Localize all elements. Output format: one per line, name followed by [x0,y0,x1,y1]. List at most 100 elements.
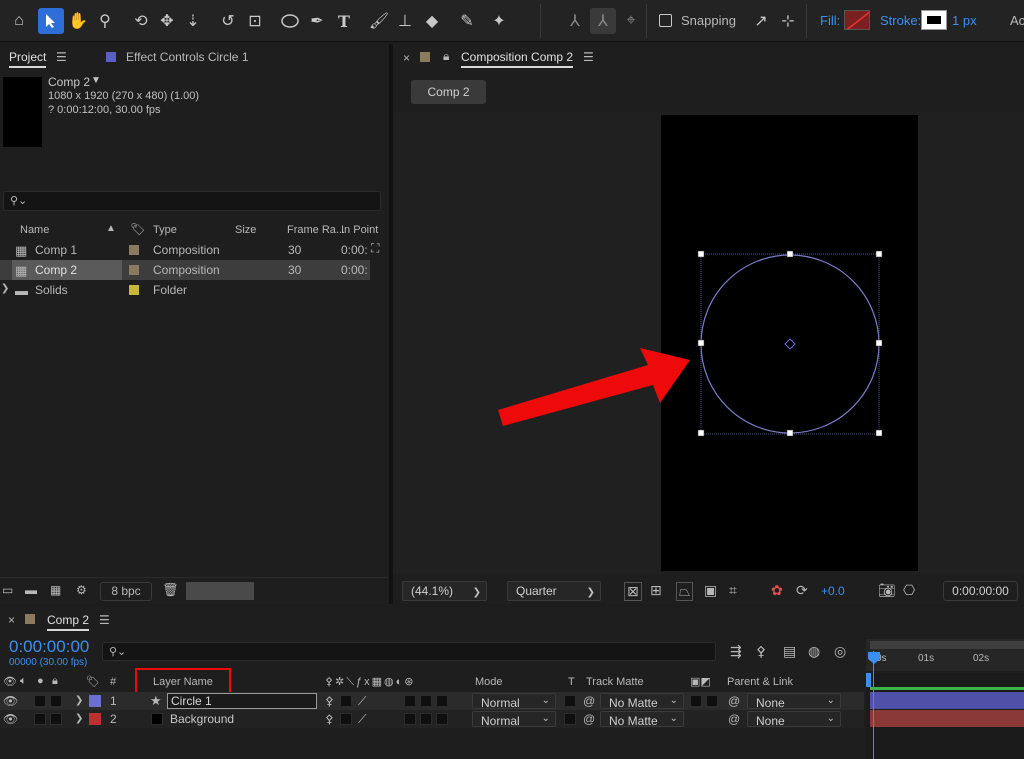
new-composition-icon[interactable]: ▦ [50,583,61,597]
solo-column-icon[interactable]: ● [37,675,44,687]
zoom-tool-icon[interactable]: ⚲ [92,8,118,34]
parent-dropdown[interactable]: None ⌄ [747,711,841,728]
selection-tool-icon[interactable] [38,8,64,34]
snapping-checkbox[interactable] [659,14,672,27]
close-icon[interactable]: × [403,51,410,65]
stroke-swatch[interactable] [921,10,947,30]
project-settings-icon[interactable]: ⚙ [76,583,87,597]
layer-bar-circle-1[interactable] [870,692,1024,709]
transparency-grid-icon[interactable]: ⊞ [650,582,662,599]
local-axis-icon[interactable]: ⅄ [562,8,588,34]
viewer-timecode[interactable]: 0:00:00:00 [943,581,1018,601]
label-swatch[interactable] [129,285,139,295]
work-area-start-handle[interactable] [866,673,871,687]
pen-tool-icon[interactable]: ✒ [304,8,330,34]
tab-timeline-comp[interactable]: Comp 2 [47,613,90,631]
roto-brush-icon[interactable]: ✎ [454,8,480,34]
exposure-value[interactable]: +0.0 [821,584,845,598]
snapshot-icon[interactable]: 📷︎ [878,582,896,599]
layer-name[interactable]: Background [170,712,234,726]
shy-switch-icon[interactable]: ⚴ [325,712,334,726]
close-icon[interactable]: × [8,613,15,627]
panel-menu-icon[interactable]: ☰ [99,613,110,627]
audio-column-icon[interactable]: 🔈︎ [20,675,27,688]
hand-tool-icon[interactable]: ✋ [65,8,91,34]
label-swatch[interactable] [129,265,139,275]
lock-toggle[interactable] [50,695,62,707]
fill-label[interactable]: Fill: [820,13,840,28]
home-icon[interactable]: ⌂ [6,8,32,34]
collapse-switch[interactable] [340,713,352,725]
pick-whip-icon[interactable]: @ [583,694,595,708]
playhead-handle[interactable] [867,651,881,665]
column-name[interactable]: Name [20,224,49,236]
column-type[interactable]: Type [153,224,177,236]
label-swatch[interactable] [129,245,139,255]
ellipse-tool-icon[interactable] [277,8,303,34]
panel-menu-icon[interactable]: ☰ [583,50,594,64]
sort-ascending-icon[interactable]: ▲ [106,223,116,234]
layer-row-circle-1[interactable]: 👁︎ ❯ 1 ★ Circle 1 ⚴ ⟋ Normal ⌄ @ No Matte… [0,692,864,710]
draft-3d-icon[interactable]: ⚴ [756,643,766,660]
fill-swatch[interactable] [844,10,870,30]
world-axis-icon[interactable]: ⅄ [590,8,616,34]
clone-stamp-icon[interactable]: ⊥ [392,8,418,34]
project-item-comp-2[interactable]: ▦ Comp 2 Composition 30 0:00: [0,260,370,280]
reset-exposure-icon[interactable]: ⟳ [796,582,808,599]
visibility-eye-icon[interactable]: 👁︎ [3,712,18,726]
region-of-interest-icon[interactable]: ▣ [704,582,717,599]
current-time[interactable]: 0:00:00:00 [9,637,89,657]
layer-row-background[interactable]: 👁︎ ❯ 2 Background ⚴ ⟋ Normal ⌄ @ No Matte… [0,710,864,728]
label-column-icon[interactable]: 🏷 [130,222,145,236]
track-matte-dropdown[interactable]: No Matte ⌄ [600,711,684,728]
bit-depth-button[interactable]: 8 bpc [100,582,152,601]
solo-toggle[interactable] [34,695,46,707]
brush-tool-icon[interactable]: 🖌 [366,8,392,34]
parent-dropdown[interactable]: None ⌄ [747,693,841,710]
expand-chevron-icon[interactable]: ❯ [75,713,83,724]
preserve-transparency-toggle[interactable] [564,695,576,707]
switches-column-icons[interactable]: ⚴✲⟍ƒx▦◍◐⊛ [325,675,415,689]
lock-column-icon[interactable]: 🔒︎ [52,675,58,688]
parent-pick-whip-icon[interactable]: @ [728,694,740,708]
motion-blur-icon[interactable]: ◎ [834,643,846,660]
tab-project[interactable]: Project [9,50,47,68]
blend-mode-dropdown[interactable]: Normal ⌄ [472,693,556,710]
column-mode[interactable]: Mode [475,676,503,688]
visibility-eye-icon[interactable]: 👁︎ [3,694,18,708]
layer-bar-background[interactable] [870,710,1024,727]
motion-blur-switch[interactable] [404,713,416,725]
dolly-camera-icon[interactable]: ⇣ [180,8,206,34]
column-parent-link[interactable]: Parent & Link [727,676,793,688]
layer-name-input[interactable]: Circle 1 [167,693,317,709]
view-axis-icon[interactable]: ⌖ [618,8,644,34]
expand-chevron-icon[interactable]: ❯ [1,283,9,294]
show-snapshot-icon[interactable]: ⎔ [903,582,915,599]
matte-invert-toggle[interactable] [706,695,718,707]
fast-previews-icon[interactable]: ⊠ [624,582,642,601]
work-area-bar[interactable] [870,641,1024,649]
matte-alpha-toggle[interactable] [690,695,702,707]
snap-features-icon[interactable]: ⊹ [775,8,801,34]
layer-track-area[interactable] [866,673,1024,759]
adjustment-switch[interactable] [420,695,432,707]
type-tool-icon[interactable]: T [331,8,357,34]
resolution-dropdown[interactable]: Quarter ❯ [507,581,601,601]
adjustment-switch[interactable] [420,713,432,725]
blend-mode-dropdown[interactable]: Normal ⌄ [472,711,556,728]
puppet-pin-icon[interactable]: ✦ [486,8,512,34]
magnification-dropdown[interactable]: (44.1%) ❯ [402,581,487,601]
comp-dropdown-icon[interactable]: ▼ [91,75,101,86]
viewer-area[interactable] [393,112,1024,574]
new-folder-icon[interactable]: ▬ [25,583,37,597]
column-size[interactable]: Size [235,224,256,236]
3d-layer-switch[interactable] [436,713,448,725]
timeline-search-input[interactable]: ⚲⌄ [102,642,716,661]
stroke-width[interactable]: 1 px [952,13,977,28]
column-track-matte[interactable]: Track Matte [586,676,644,688]
flowchart-icon[interactable]: ⛶ [371,241,379,256]
tab-effect-controls[interactable]: Effect Controls Circle 1 [126,50,249,64]
label-column-icon[interactable]: 🏷 [86,675,100,688]
tab-composition[interactable]: Composition Comp 2 [461,50,574,68]
quality-switch-icon[interactable]: ⟋ [358,694,366,709]
